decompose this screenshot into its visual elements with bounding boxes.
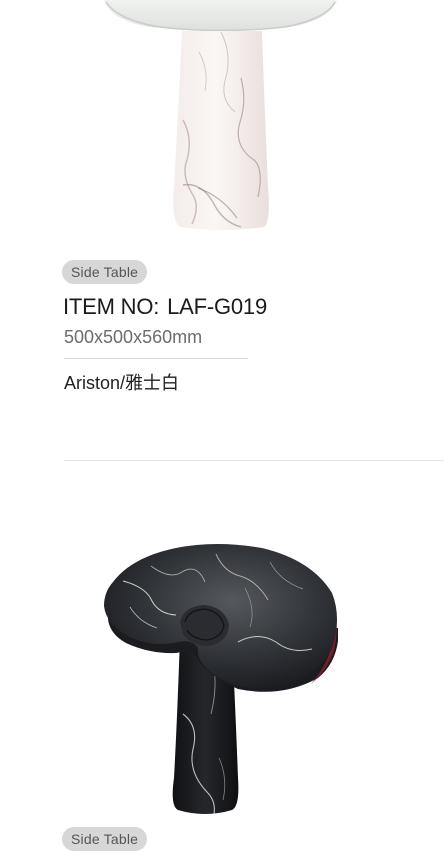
product-dimensions: 500x500x560mm xyxy=(64,327,203,347)
product-material: Ariston/雅士白 xyxy=(64,373,180,393)
item-number: ITEM NO: LAF-G019 xyxy=(63,293,267,321)
category-badge[interactable]: Side Table xyxy=(62,827,148,851)
product-card[interactable]: Side Table ITEM NO: LAF-G019 500x500x560… xyxy=(0,0,444,461)
title-divider xyxy=(64,358,248,359)
category-badge[interactable]: Side Table xyxy=(62,260,148,284)
product-card[interactable]: Side Table xyxy=(0,460,444,856)
product-image-white-marble-table[interactable] xyxy=(0,0,444,240)
item-number-label: ITEM NO: xyxy=(63,294,160,319)
product-image-black-marble-table[interactable] xyxy=(0,488,444,830)
item-code: LAF-G019 xyxy=(167,294,268,319)
